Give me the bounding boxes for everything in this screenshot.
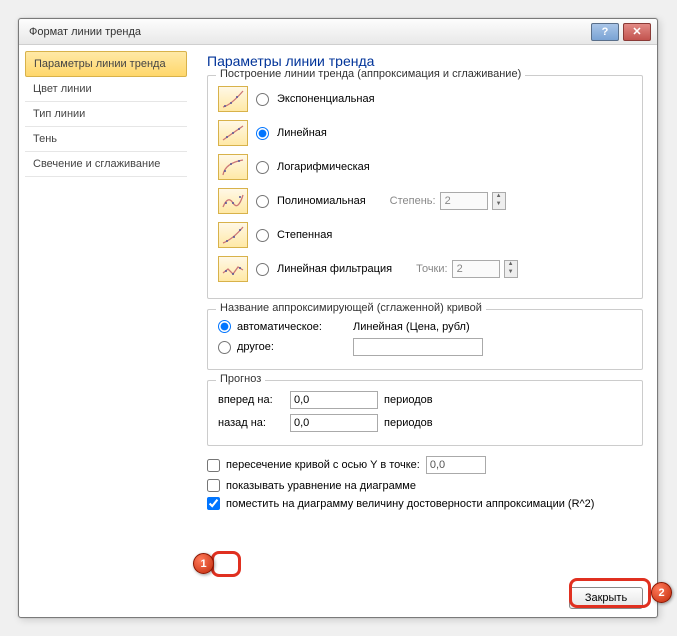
linear-icon	[218, 120, 248, 146]
intercept-check[interactable]	[207, 459, 220, 472]
type-label: Линейная	[277, 127, 327, 139]
group-legend: Построение линии тренда (аппроксимация и…	[216, 68, 525, 80]
power-icon	[218, 222, 248, 248]
exponential-radio[interactable]	[256, 93, 269, 106]
name-auto-label: автоматическое:	[237, 321, 347, 333]
close-button[interactable]: Закрыть	[569, 587, 643, 609]
movingavg-icon	[218, 256, 248, 282]
group-legend: Прогноз	[216, 373, 265, 385]
callout-2: 2	[651, 582, 672, 603]
polynomial-icon	[218, 188, 248, 214]
back-label: назад на:	[218, 417, 284, 429]
close-window-button[interactable]: ✕	[623, 23, 651, 41]
titlebar: Формат линии тренда ? ✕	[19, 19, 657, 45]
order-input	[440, 192, 488, 210]
fwd-unit: периодов	[384, 394, 433, 406]
period-input	[452, 260, 500, 278]
type-label: Степенная	[277, 229, 332, 241]
type-label: Линейная фильтрация	[277, 263, 392, 275]
fwd-label: вперед на:	[218, 394, 284, 406]
show-eq-label: показывать уравнение на диаграмме	[226, 480, 416, 492]
sidebar: Параметры линии тренда Цвет линии Тип ли…	[19, 45, 193, 617]
name-auto-value: Линейная (Цена, рубл)	[353, 321, 470, 333]
group-forecast: Прогноз вперед на: периодов назад на: пе…	[207, 380, 643, 446]
logarithmic-icon	[218, 154, 248, 180]
group-trend-name: Название аппроксимирующей (сглаженной) к…	[207, 309, 643, 370]
name-custom-input[interactable]	[353, 338, 483, 356]
show-r2-label: поместить на диаграмму величину достовер…	[226, 498, 594, 510]
logarithmic-radio[interactable]	[256, 161, 269, 174]
group-legend: Название аппроксимирующей (сглаженной) к…	[216, 302, 486, 314]
page-title: Параметры линии тренда	[207, 53, 643, 69]
show-eq-check[interactable]	[207, 479, 220, 492]
intercept-input	[426, 456, 486, 474]
callout-1: 1	[193, 553, 214, 574]
sidebar-item-trend-params[interactable]: Параметры линии тренда	[25, 51, 187, 77]
polynomial-radio[interactable]	[256, 195, 269, 208]
power-radio[interactable]	[256, 229, 269, 242]
name-custom-label: другое:	[237, 341, 347, 353]
period-label: Точки:	[416, 263, 447, 275]
type-label: Экспоненциальная	[277, 93, 375, 105]
exponential-icon	[218, 86, 248, 112]
sidebar-item-shadow[interactable]: Тень	[25, 127, 187, 152]
period-spinner: ▲▼	[504, 260, 518, 278]
back-input[interactable]	[290, 414, 378, 432]
movingavg-radio[interactable]	[256, 263, 269, 276]
window-title: Формат линии тренда	[25, 26, 591, 38]
intercept-label: пересечение кривой с осью Y в точке:	[226, 459, 420, 471]
name-custom-radio[interactable]	[218, 341, 231, 354]
type-label: Полиномиальная	[277, 195, 366, 207]
group-trend-type: Построение линии тренда (аппроксимация и…	[207, 75, 643, 299]
sidebar-item-line-type[interactable]: Тип линии	[25, 102, 187, 127]
main-panel: Параметры линии тренда Построение линии …	[193, 45, 657, 617]
type-label: Логарифмическая	[277, 161, 370, 173]
show-r2-check[interactable]	[207, 497, 220, 510]
order-spinner: ▲▼	[492, 192, 506, 210]
order-label: Степень:	[390, 195, 436, 207]
linear-radio[interactable]	[256, 127, 269, 140]
dialog-window: Формат линии тренда ? ✕ Параметры линии …	[18, 18, 658, 618]
help-button[interactable]: ?	[591, 23, 619, 41]
sidebar-item-line-color[interactable]: Цвет линии	[25, 77, 187, 102]
fwd-input[interactable]	[290, 391, 378, 409]
back-unit: периодов	[384, 417, 433, 429]
name-auto-radio[interactable]	[218, 320, 231, 333]
sidebar-item-glow[interactable]: Свечение и сглаживание	[25, 152, 187, 177]
